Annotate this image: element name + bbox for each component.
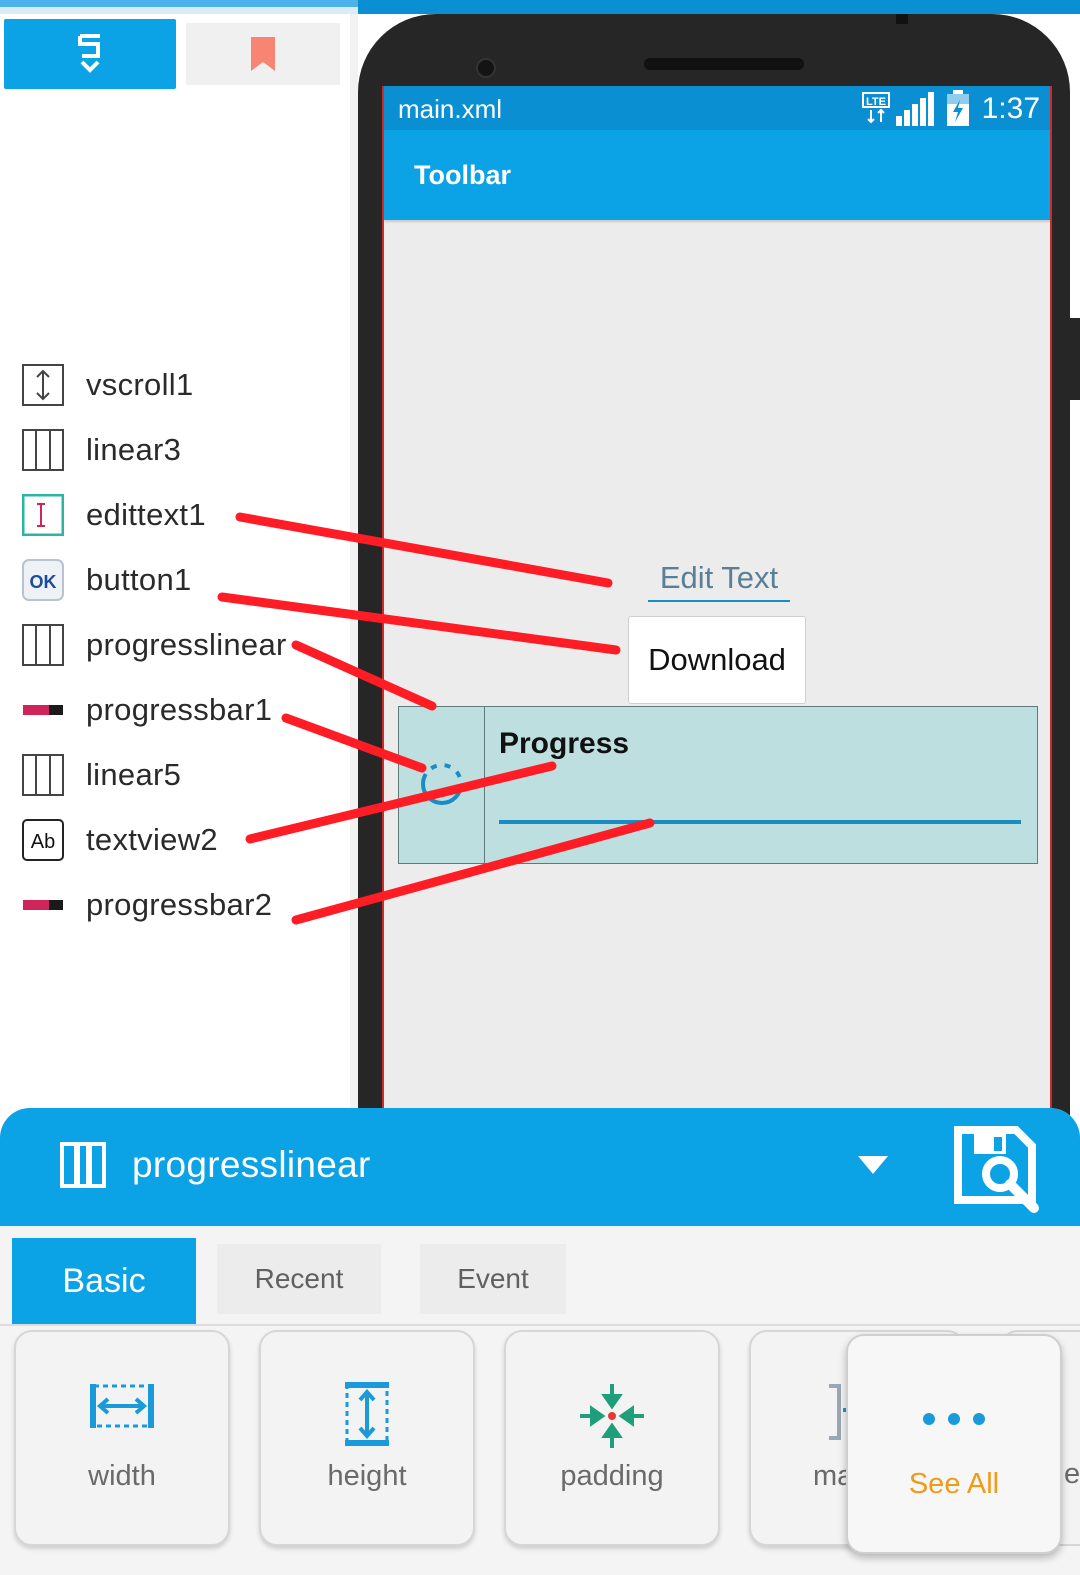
padding-property-card[interactable]: padding <box>504 1330 720 1546</box>
tab-bookmarks[interactable] <box>186 23 340 85</box>
width-property-card[interactable]: width <box>14 1330 230 1546</box>
progressbar-icon <box>22 689 64 731</box>
download-button[interactable]: Download <box>628 616 806 704</box>
tree-item-label: linear3 <box>86 432 182 467</box>
tool-label: width <box>88 1460 156 1492</box>
linear-layout-icon <box>22 429 64 471</box>
tree-item-label: textview2 <box>86 822 218 857</box>
phone-side-button <box>1070 318 1080 400</box>
bookmark-icon <box>251 37 275 71</box>
component-tree-icon <box>78 34 100 73</box>
height-property-card[interactable]: height <box>259 1330 475 1546</box>
textview-icon: Ab <box>22 819 64 861</box>
tree-item-edittext1[interactable]: edittext1 <box>22 491 206 539</box>
status-bar: main.xml LTE 1:37 <box>384 86 1050 133</box>
tree-item-label: progressbar1 <box>86 692 273 727</box>
phone-notch-mark <box>896 14 908 24</box>
progress-spinner-cell <box>399 707 485 863</box>
tree-item-label: progressbar2 <box>86 887 273 922</box>
linear-layout-icon <box>60 1142 106 1193</box>
properties-sheet: progresslinear Basic Recent Event width … <box>0 1108 1080 1575</box>
edittext-icon <box>22 494 64 536</box>
progressbar-icon <box>22 884 64 926</box>
next-card-label-fragment: e <box>1064 1458 1080 1490</box>
vscroll-icon <box>22 364 64 406</box>
file-name: main.xml <box>398 94 503 124</box>
tree-item-progressbar2[interactable]: progressbar2 <box>22 881 272 929</box>
tree-item-progresslinear[interactable]: progresslinear <box>22 621 287 669</box>
tab-recent[interactable]: Recent <box>217 1244 381 1314</box>
lte-icon: LTE <box>862 92 890 124</box>
tool-label: height <box>327 1460 407 1492</box>
phone-screen: main.xml LTE 1:37 Toolbar Edit Text Down… <box>382 86 1052 1116</box>
tree-item-label: vscroll1 <box>86 367 194 402</box>
tab-basic[interactable]: Basic <box>12 1238 196 1324</box>
padding-icon <box>506 1382 718 1452</box>
front-camera <box>476 58 496 78</box>
see-all-label: See All <box>908 1468 1000 1500</box>
tree-item-label: edittext1 <box>86 497 206 532</box>
height-icon <box>261 1382 473 1452</box>
tree-item-label: linear5 <box>86 757 182 792</box>
left-accent-bar <box>0 0 358 7</box>
tree-item-textview2[interactable]: Ab textview2 <box>22 816 218 864</box>
toolbar-title: Toolbar <box>414 160 511 190</box>
signal-icon <box>896 92 934 131</box>
tree-item-button1[interactable]: OK button1 <box>22 556 192 604</box>
progress-title: Progress <box>499 727 630 760</box>
toolbar: Toolbar <box>384 130 1050 220</box>
panel-divider <box>350 14 358 1109</box>
circular-progress-spinner <box>421 763 463 805</box>
tree-item-label: button1 <box>86 562 192 597</box>
linear-layout-icon <box>22 624 64 666</box>
width-icon <box>16 1382 228 1452</box>
see-all-button[interactable]: See All <box>846 1334 1062 1554</box>
tree-item-linear5[interactable]: linear5 <box>22 751 181 799</box>
svg-text:Ab: Ab <box>31 831 55 853</box>
more-dots-icon <box>848 1412 1060 1426</box>
svg-text:OK: OK <box>30 572 57 592</box>
earpiece-speaker <box>644 58 804 70</box>
property-tabs: Basic Recent Event <box>0 1226 1080 1326</box>
clock: 1:37 <box>981 92 1040 125</box>
selected-component-name[interactable]: progresslinear <box>132 1144 371 1186</box>
properties-header: progresslinear <box>0 1108 1080 1226</box>
tool-label: padding <box>560 1460 664 1492</box>
edit-text-field[interactable]: Edit Text <box>648 560 790 602</box>
linear-layout-icon <box>22 754 64 796</box>
button-ok-icon: OK <box>22 559 64 601</box>
tree-item-progressbar1[interactable]: progressbar1 <box>22 686 272 734</box>
progress-linear-layout[interactable]: Progress <box>398 706 1038 864</box>
save-icon[interactable] <box>952 1124 1044 1219</box>
horizontal-progress-bar <box>499 820 1021 824</box>
tree-item-linear3[interactable]: linear3 <box>22 426 181 474</box>
tree-item-label: progresslinear <box>86 627 287 662</box>
left-accent-shade <box>0 7 358 14</box>
tab-component-tree[interactable] <box>4 19 176 89</box>
tab-event[interactable]: Event <box>420 1244 566 1314</box>
svg-text:LTE: LTE <box>866 96 886 108</box>
battery-charging-icon <box>946 90 970 133</box>
dropdown-arrow-icon[interactable] <box>858 1156 888 1179</box>
tree-item-vscroll1[interactable]: vscroll1 <box>22 361 193 409</box>
